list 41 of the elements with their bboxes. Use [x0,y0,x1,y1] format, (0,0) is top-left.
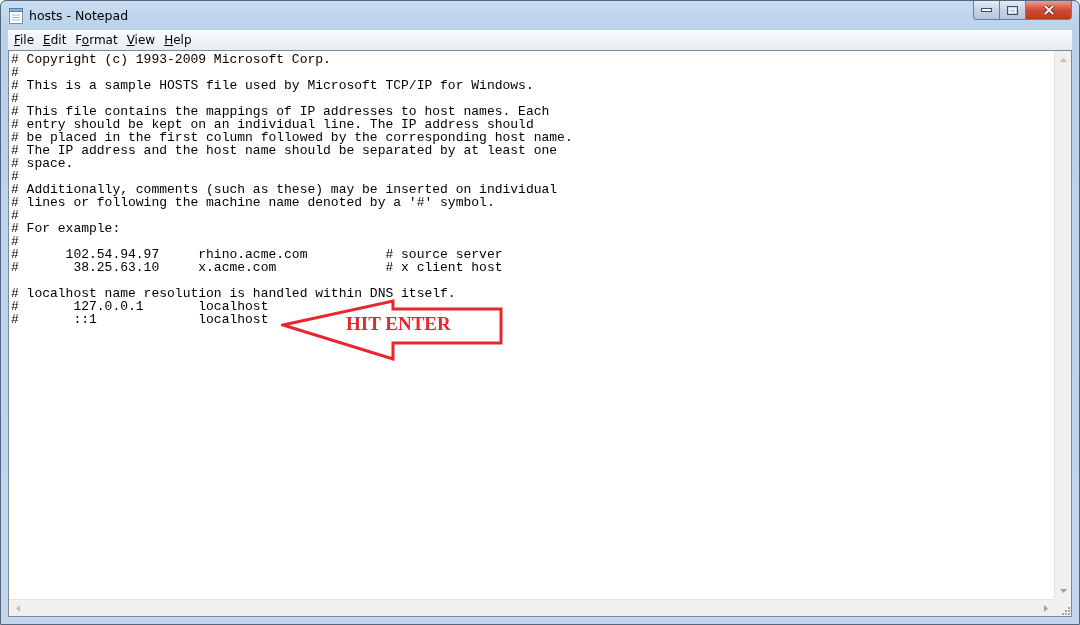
window-title: hosts - Notepad [29,8,129,23]
text-line: # space. [11,157,74,170]
text-line: # 38.25.63.10 x.acme.com # x client host [11,261,503,274]
close-button[interactable] [1026,1,1072,20]
horizontal-scrollbar[interactable] [9,599,1054,616]
annotation-label: HIT ENTER [346,313,451,335]
text-line: # The IP address and the host name should be separated by at least one [11,144,558,157]
minimize-icon [981,8,992,12]
text-line: # ::1 localhost [11,313,269,326]
vertical-scrollbar[interactable] [1054,51,1071,599]
text-line: # 102.54.94.97 rhino.acme.com # source server [11,248,503,261]
text-line: # entry should be kept on an individual line. The IP address should [11,118,534,131]
text-line: # This is a sample HOSTS file used by Microsoft TCP/IP for Windows. [11,79,534,92]
menu-item[interactable]: Edit [39,33,71,47]
text-line: # [11,66,19,79]
menu-item[interactable]: Format [71,33,122,47]
menu-item[interactable]: File [10,33,39,47]
text-line: # localhost name resolution is handled within DNS itself. [11,287,456,300]
text-line: # [11,235,19,248]
text-line: # 127.0.0.1 localhost [11,300,269,313]
text-line: # This file contains the mappings of IP addresses to host names. Each [11,105,550,118]
left-arrow-icon [15,604,20,612]
maximize-button[interactable] [1000,1,1026,20]
text-line: # [11,92,19,105]
up-arrow-icon [1059,57,1067,62]
down-arrow-icon [1059,588,1067,593]
maximize-icon [1007,5,1018,15]
text-line: # be placed in the first column followed by the corresponding host name. [11,131,573,144]
text-line: # lines or following the machine name denoted by a '#' symbol. [11,196,495,209]
text-line: # Copyright (c) 1993-2009 Microsoft Corp. [11,53,331,66]
text-line: # For example: [11,222,121,235]
text-line: # [11,170,19,183]
text-line: # Additionally, comments (such as these) may be inserted on individual [11,183,558,196]
right-arrow-icon [1043,604,1048,612]
minimize-button[interactable] [973,1,1000,20]
menu-item[interactable]: Help [160,33,196,47]
menu-item[interactable]: View [122,33,160,47]
close-icon [1042,5,1055,15]
notepad-icon [9,7,23,24]
text-line: # [11,209,19,222]
resize-grip-icon[interactable] [1060,605,1071,616]
